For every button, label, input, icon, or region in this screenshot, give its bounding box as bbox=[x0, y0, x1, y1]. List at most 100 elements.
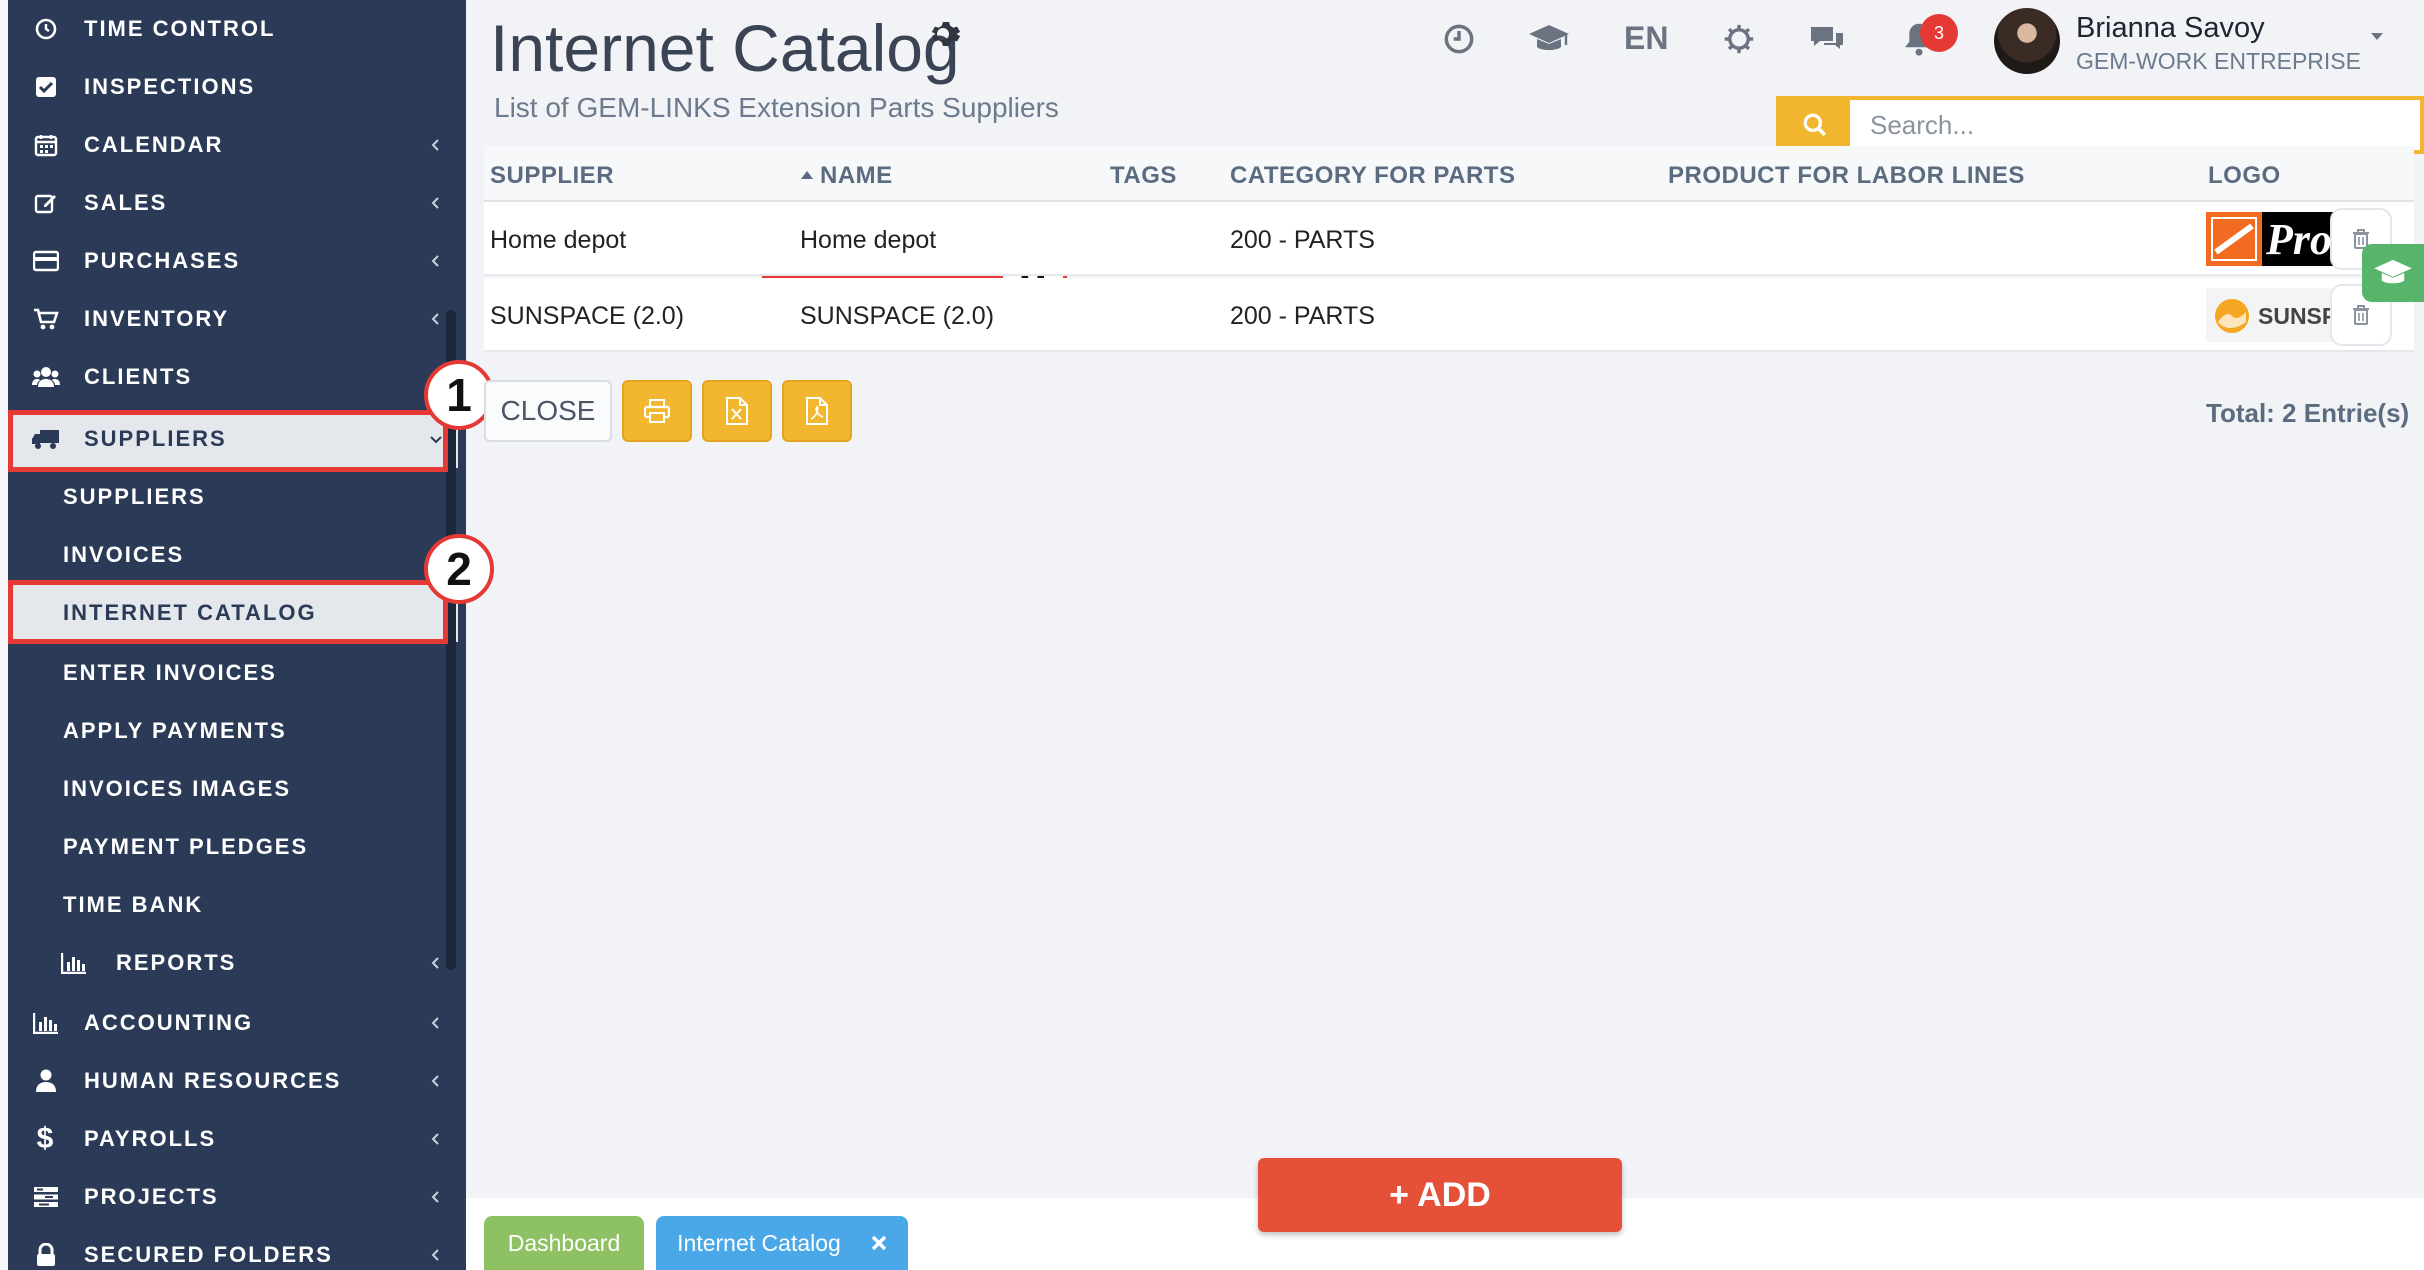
clock-icon bbox=[32, 15, 60, 43]
column-header-name-label: NAME bbox=[820, 162, 893, 189]
search-icon bbox=[1803, 113, 1827, 137]
column-header-tags[interactable]: TAGS bbox=[1110, 162, 1177, 190]
tasks-icon bbox=[32, 1183, 60, 1211]
column-header-category[interactable]: CATEGORY FOR PARTS bbox=[1230, 162, 1515, 190]
users-icon bbox=[32, 363, 60, 391]
tab-dashboard[interactable]: Dashboard bbox=[484, 1216, 644, 1270]
graduation-cap-icon bbox=[2374, 259, 2412, 284]
sidebar-item-label: TIME BANK bbox=[63, 892, 204, 917]
help-tab[interactable] bbox=[2362, 244, 2424, 302]
sidebar-item-secured-folders[interactable]: SECURED FOLDERS bbox=[8, 1226, 458, 1270]
cell-category: 200 - PARTS bbox=[1230, 226, 1375, 254]
sidebar-subitem-apply-payments[interactable]: APPLY PAYMENTS bbox=[8, 702, 458, 760]
caret-down-icon[interactable] bbox=[2370, 32, 2384, 42]
sidebar-item-inspections[interactable]: INSPECTIONS bbox=[8, 58, 458, 116]
chevron-left-icon bbox=[431, 1249, 439, 1261]
print-button[interactable] bbox=[622, 380, 692, 442]
sidebar-item-label: ACCOUNTING bbox=[84, 1010, 254, 1035]
sidebar-subitem-time-bank[interactable]: TIME BANK bbox=[8, 876, 458, 934]
cart-icon bbox=[32, 305, 60, 333]
file-excel-icon bbox=[726, 397, 748, 425]
column-header-name[interactable]: NAME bbox=[800, 162, 893, 190]
column-header-product[interactable]: PRODUCT FOR LABOR LINES bbox=[1668, 162, 2025, 190]
sidebar-subitem-reports[interactable]: REPORTS bbox=[8, 934, 458, 992]
sidebar-item-clients[interactable]: CLIENTS bbox=[8, 348, 458, 406]
close-button[interactable]: CLOSE bbox=[484, 380, 612, 442]
chevron-left-icon bbox=[431, 1075, 439, 1087]
sidebar-edge bbox=[0, 0, 8, 1270]
chevron-left-icon bbox=[431, 1191, 439, 1203]
sidebar-item-label: PAYROLLS bbox=[84, 1126, 217, 1151]
sidebar-item-projects[interactable]: PROJECTS bbox=[8, 1168, 458, 1226]
sidebar-item-label: PROJECTS bbox=[84, 1184, 219, 1209]
sidebar-item-purchases[interactable]: PURCHASES bbox=[8, 232, 458, 290]
search-input[interactable] bbox=[1854, 100, 2424, 150]
language-selector[interactable]: EN bbox=[1624, 20, 1668, 57]
tab-internet-catalog[interactable]: Internet Catalog bbox=[656, 1216, 908, 1270]
dollar-icon: $ bbox=[36, 1122, 56, 1155]
export-pdf-button[interactable] bbox=[782, 380, 852, 442]
sidebar-item-label: HUMAN RESOURCES bbox=[84, 1068, 342, 1093]
sidebar-item-label: CALENDAR bbox=[84, 132, 224, 157]
close-icon[interactable] bbox=[871, 1235, 887, 1251]
sidebar-item-label: INVENTORY bbox=[84, 306, 230, 331]
column-header-logo[interactable]: LOGO bbox=[2208, 162, 2281, 190]
sidebar-item-calendar[interactable]: CALENDAR bbox=[8, 116, 458, 174]
chevron-left-icon bbox=[431, 313, 439, 325]
sidebar-subitem-invoices[interactable]: INVOICES bbox=[8, 526, 458, 584]
column-header-supplier[interactable]: SUPPLIER bbox=[490, 162, 614, 190]
sidebar-item-human-resources[interactable]: HUMAN RESOURCES bbox=[8, 1052, 458, 1110]
chat-icon[interactable] bbox=[1806, 18, 1848, 60]
clock-icon[interactable] bbox=[1438, 18, 1480, 60]
logo-pro-text: Pro bbox=[2266, 215, 2332, 264]
print-icon bbox=[644, 399, 670, 423]
sidebar-item-label: INVOICES bbox=[63, 542, 185, 567]
sidebar-subitem-payment-pledges[interactable]: PAYMENT PLEDGES bbox=[8, 818, 458, 876]
bug-icon[interactable] bbox=[1718, 18, 1760, 60]
chevron-left-icon bbox=[431, 255, 439, 267]
sidebar-subitem-enter-invoices[interactable]: ENTER INVOICES bbox=[8, 644, 458, 702]
total-entries: Total: 2 Entrie(s) bbox=[2206, 398, 2410, 428]
sidebar-subitem-suppliers[interactable]: SUPPLIERS bbox=[8, 468, 458, 526]
sidebar-item-time-control[interactable]: TIME CONTROL bbox=[8, 0, 458, 58]
calendar-icon bbox=[32, 131, 60, 159]
settings-gear-icon[interactable] bbox=[928, 16, 964, 52]
sidebar-item-label: REPORTS bbox=[116, 950, 237, 975]
sidebar-subitem-invoices-images[interactable]: INVOICES IMAGES bbox=[8, 760, 458, 818]
cell-name[interactable]: SUNSPACE (2.0) bbox=[800, 302, 994, 331]
callout-2: 2 bbox=[424, 534, 494, 604]
table-row[interactable]: SUNSPACE (2.0) SUNSPACE (2.0) 200 - PART… bbox=[484, 278, 2414, 352]
sidebar-item-label: SECURED FOLDERS bbox=[84, 1242, 333, 1267]
sort-asc-icon bbox=[801, 171, 813, 179]
chevron-left-icon bbox=[431, 197, 439, 209]
bar-chart-icon bbox=[32, 1009, 60, 1037]
sidebar-item-label: APPLY PAYMENTS bbox=[63, 718, 287, 743]
search-button[interactable] bbox=[1780, 100, 1850, 150]
sidebar-item-accounting[interactable]: ACCOUNTING bbox=[8, 994, 458, 1052]
cell-name[interactable]: Home depot bbox=[800, 226, 936, 255]
sidebar-item-payrolls[interactable]: $ PAYROLLS bbox=[8, 1110, 458, 1168]
avatar[interactable] bbox=[1994, 8, 2060, 74]
sidebar-item-inventory[interactable]: INVENTORY bbox=[8, 290, 458, 348]
table-row[interactable]: Home depot Home depot 200 - PARTS Pro bbox=[484, 202, 2414, 276]
logo-pro-block: Pro bbox=[2262, 212, 2336, 266]
bar-chart-icon bbox=[60, 949, 88, 977]
tab-internet-catalog-label: Internet Catalog bbox=[677, 1229, 841, 1256]
logo-sunspace-text: SUNSPACE bbox=[2258, 303, 2336, 329]
sidebar-item-label: INSPECTIONS bbox=[84, 74, 256, 99]
user-icon bbox=[32, 1067, 60, 1095]
sidebar-item-label: PAYMENT PLEDGES bbox=[63, 834, 309, 859]
page-subtitle: List of GEM-LINKS Extension Parts Suppli… bbox=[494, 92, 1059, 123]
trash-icon bbox=[2353, 305, 2369, 325]
graduation-cap-icon[interactable] bbox=[1528, 18, 1570, 60]
cell-category: 200 - PARTS bbox=[1230, 302, 1375, 330]
logo-sunspace: SUNSPACE bbox=[2206, 288, 2336, 342]
add-button[interactable]: + ADD bbox=[1258, 1158, 1622, 1232]
sidebar-item-label: TIME CONTROL bbox=[84, 16, 276, 41]
user-name[interactable]: Brianna Savoy bbox=[2076, 12, 2265, 45]
chevron-left-icon bbox=[431, 1133, 439, 1145]
chevron-left-icon bbox=[431, 1017, 439, 1029]
sidebar-item-sales[interactable]: SALES bbox=[8, 174, 458, 232]
highlight-box-internet-catalog bbox=[8, 580, 448, 644]
export-excel-button[interactable] bbox=[702, 380, 772, 442]
